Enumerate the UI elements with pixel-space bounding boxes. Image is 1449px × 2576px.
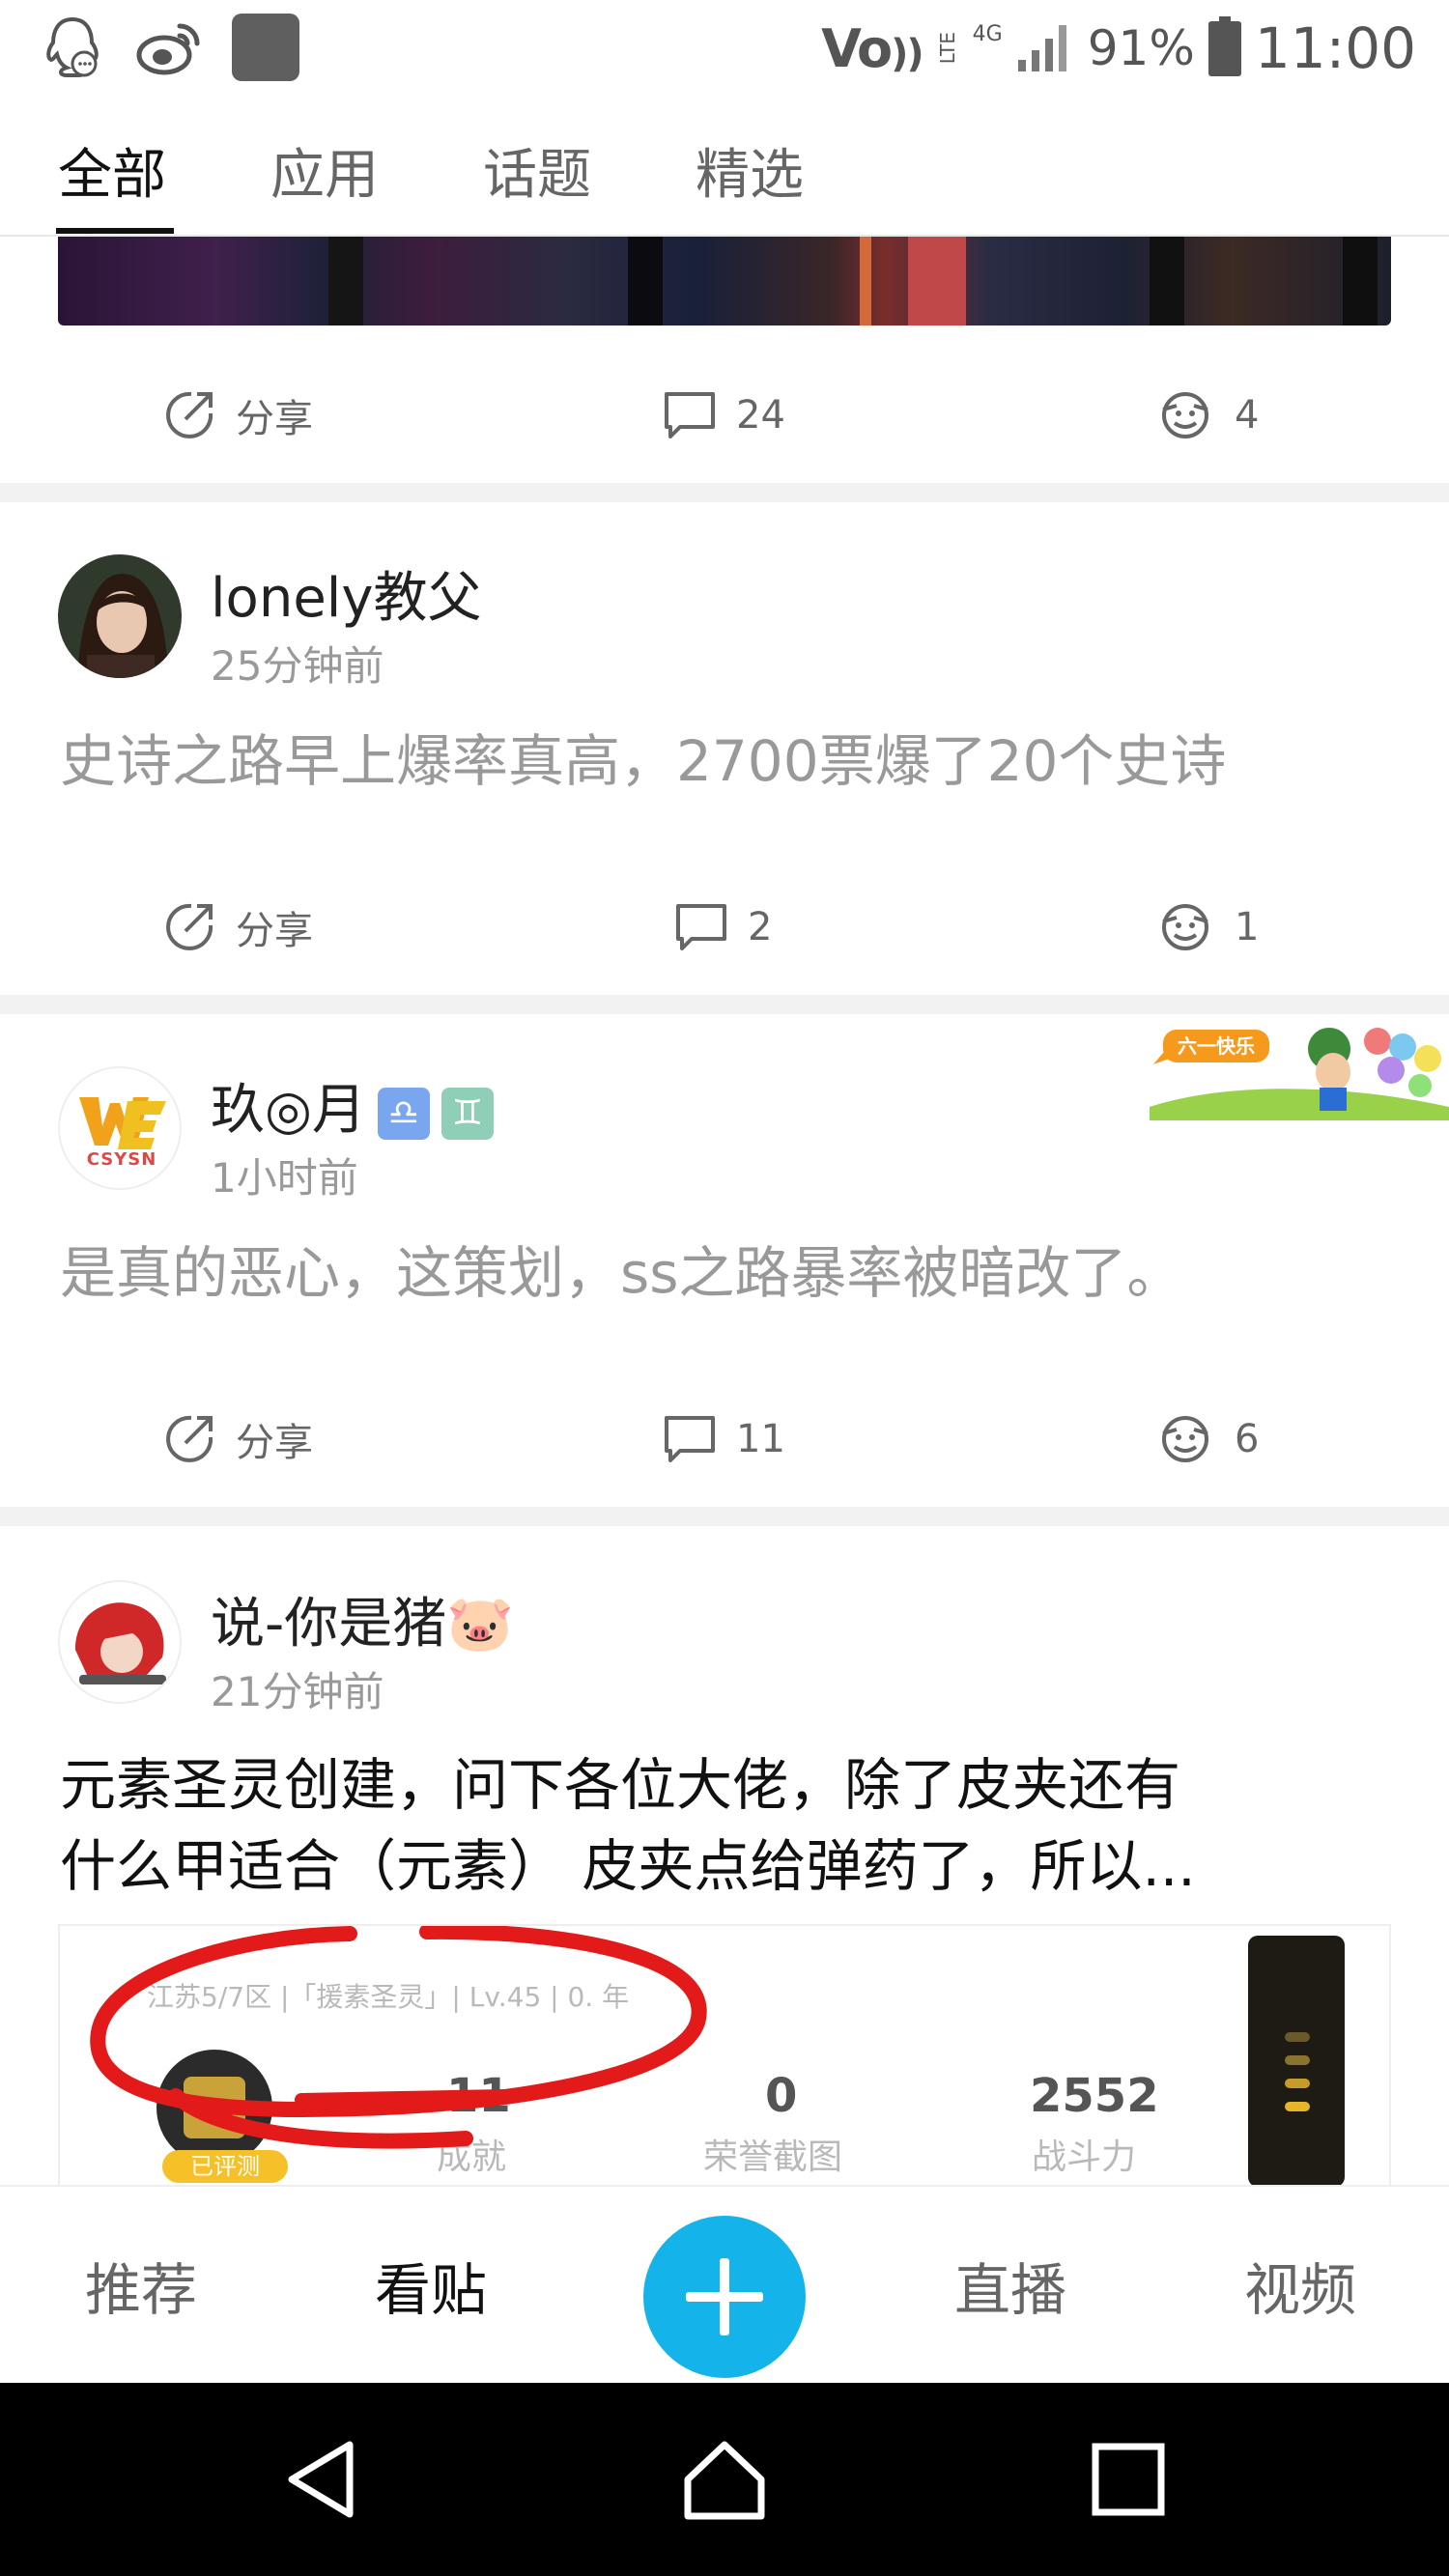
post-text[interactable]: 史诗之路早上爆率真高，2700票爆了20个史诗 [60,721,1403,802]
nav-live[interactable]: 直播 [954,2245,1066,2326]
post-image[interactable]: 江苏5/7区 |「援素圣灵」| Lv.45 | 0. 年 已评测 11 成就 0… [58,1924,1391,2185]
like-count: 4 [1235,393,1260,438]
battery-percent: 91% [1087,20,1195,76]
back-icon[interactable] [276,2431,373,2528]
comment-button[interactable]: 2 [674,889,772,966]
share-icon [166,1415,213,1462]
username[interactable]: 玖◎月 ♎ ♊ [211,1066,494,1145]
recents-icon[interactable] [1080,2431,1177,2528]
clock: 11:00 [1254,15,1416,81]
avatar[interactable]: CSYSN [58,1066,182,1190]
tab-topics[interactable]: 话题 [483,131,591,210]
share-button[interactable]: 分享 [162,377,313,454]
nav-posts[interactable]: 看贴 [375,2245,487,2326]
share-label: 分享 [236,909,313,953]
post-time: 25分钟前 [211,642,384,690]
red-annotation-circle [90,1926,707,2149]
tab-featured[interactable]: 精选 [696,131,804,210]
system-nav-bar [0,2383,1449,2576]
hd-call-icon: Vo)) [821,17,923,79]
tab-all[interactable]: 全部 [58,131,166,210]
comment-count: 2 [748,905,773,949]
nav-video[interactable]: 视频 [1244,2245,1356,2326]
home-icon[interactable] [676,2431,773,2528]
signal-icon [1016,19,1074,77]
post-header: CSYSN 玖◎月 ♎ ♊ 1小时前 [58,1066,1391,1202]
post-time: 1小时前 [211,1154,358,1202]
post-divider [0,1507,1449,1526]
post-text-line1[interactable]: 元素圣灵创建，问下各位大佬，除了皮夹还有 [60,1744,1403,1826]
comment-button[interactable]: 11 [663,1401,785,1478]
share-button[interactable]: 分享 [162,1401,313,1478]
share-icon [166,391,213,439]
post-actions: 分享 24 4 [0,377,1449,454]
create-post-button[interactable] [643,2216,806,2378]
like-count: 1 [1235,905,1260,949]
status-bar: Vo)) LTE 4G 91% 11:00 [0,0,1449,97]
post-divider [0,483,1449,502]
post-time: 21分钟前 [211,1668,384,1715]
post-header: lonely教父 25分钟前 [58,554,1391,690]
post-image-partial[interactable] [58,237,1391,326]
like-button[interactable]: 4 [1155,377,1259,454]
share-button[interactable]: 分享 [162,889,313,966]
comment-button[interactable]: 24 [663,377,785,454]
like-icon [1162,1416,1208,1462]
comment-icon [676,904,726,950]
share-label: 分享 [236,397,313,441]
comment-count: 11 [736,1417,785,1461]
tab-apps[interactable]: 应用 [270,131,379,210]
network-type-label: 4G [972,21,1003,46]
share-icon [166,903,213,950]
share-label: 分享 [236,1421,313,1465]
gallery-icon [232,14,299,81]
post-text[interactable]: 是真的恶心，这策划，ss之路暴率被暗改了。 [60,1232,1403,1314]
username[interactable]: 说-你是猪🐷 [211,1580,514,1658]
username[interactable]: lonely教父 [211,554,481,633]
feed-tabs: 全部 应用 话题 精选 [0,97,1449,237]
post-text-line2[interactable]: 什么甲适合（元素） 皮夹点给弹药了，所以... [60,1826,1403,1907]
qq-icon [39,14,106,81]
like-button[interactable]: 6 [1155,1401,1259,1478]
battery-icon [1208,16,1241,80]
post-actions: 分享 2 1 [0,889,1449,966]
gemini-badge: ♊ [440,1087,494,1140]
like-icon [1162,904,1208,950]
avatar[interactable] [58,554,182,678]
comment-icon [665,1416,715,1462]
bottom-nav: 推荐 看贴 直播 视频 [0,2185,1449,2383]
like-count: 6 [1235,1417,1260,1461]
nav-recommend[interactable]: 推荐 [85,2245,197,2326]
comment-count: 24 [736,393,785,438]
post-header: 说-你是猪🐷 21分钟前 [58,1580,1391,1715]
comment-icon [665,392,715,439]
weibo-icon [135,14,203,81]
lte-label: LTE [935,32,959,65]
post-actions: 分享 11 6 [0,1401,1449,1478]
avatar[interactable] [58,1580,182,1704]
libra-badge: ♎ [377,1087,430,1140]
like-icon [1162,392,1208,439]
active-tab-indicator [56,228,174,234]
decoration-text: 六一快乐 [1178,1034,1255,1058]
like-button[interactable]: 1 [1155,889,1259,966]
avatar-text: CSYSN [86,1149,157,1170]
post-divider [0,995,1449,1014]
